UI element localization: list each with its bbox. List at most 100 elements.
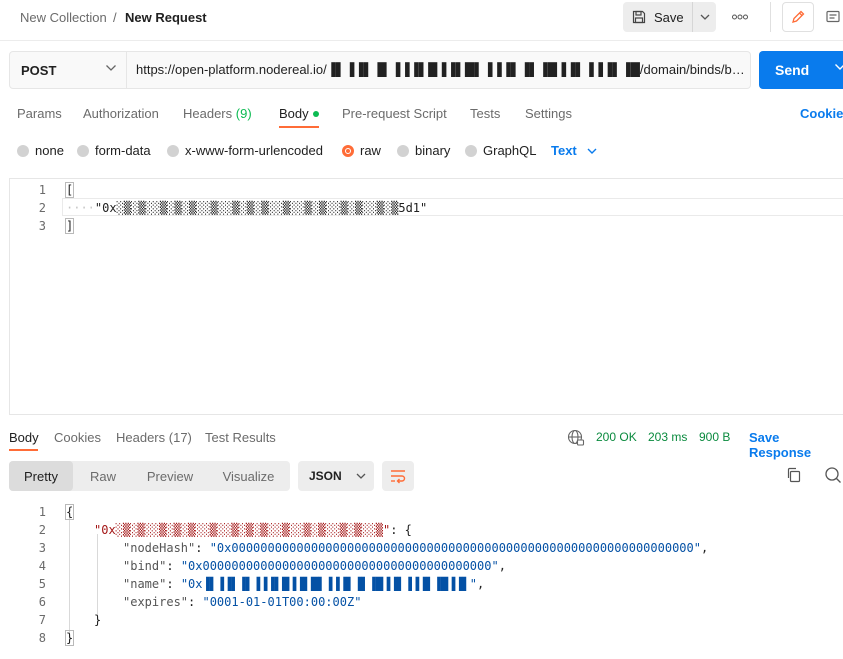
tab-pre-request-script[interactable]: Pre-request Script: [342, 106, 447, 121]
url-divider: [126, 52, 127, 88]
radio-dot: [397, 144, 409, 157]
chevron-down-icon: [700, 14, 709, 20]
line-number: 2: [38, 201, 46, 215]
tab-label: Headers: [116, 430, 166, 445]
json-key: "bind": [123, 559, 167, 573]
json-line-bind: "bind": "0x00000000000000000000000000000…: [123, 559, 506, 573]
body-indicator-dot: [312, 110, 319, 117]
tab-count: (9): [235, 106, 252, 121]
radio-form-data[interactable]: form-data: [77, 143, 151, 158]
indent-guide: ····: [66, 201, 95, 215]
view-pretty[interactable]: Pretty: [9, 461, 73, 491]
response-tab-cookies[interactable]: Cookies: [54, 430, 101, 445]
tab-tests[interactable]: Tests: [470, 106, 500, 121]
radio-dot: [167, 144, 179, 157]
wrap-lines-button[interactable]: [382, 461, 414, 491]
comment-icon: [826, 10, 840, 23]
breadcrumb-collection[interactable]: New Collection: [20, 10, 107, 25]
radio-label: raw: [360, 143, 381, 158]
active-tab-indicator: [279, 126, 319, 128]
send-label: Send: [775, 62, 810, 78]
active-response-tab-indicator: [9, 449, 38, 451]
code-line: ]: [64, 218, 75, 234]
code-line-2: ····"0x░▒░▒░░▒░▒░▒░░▒░░▒░▒░▒░░▒░░▒░▒░░▒░…: [66, 201, 427, 215]
raw-format-select[interactable]: Text: [551, 143, 597, 158]
method-select[interactable]: POST: [10, 52, 126, 88]
radio-graphql[interactable]: GraphQL: [465, 143, 536, 158]
radio-none[interactable]: none: [17, 143, 64, 158]
tab-headers[interactable]: Headers (9): [183, 106, 252, 121]
url-bar: POST https://open-platform.nodereal.io/▐…: [9, 51, 751, 89]
response-tab-headers[interactable]: Headers (17): [116, 430, 192, 445]
radio-dot: [17, 144, 29, 157]
save-response-button[interactable]: Save Response: [749, 430, 843, 460]
radio-x-www-form-urlencoded[interactable]: x-www-form-urlencoded: [167, 143, 323, 158]
tab-label: Tests: [470, 106, 501, 121]
chevron-down-icon: [106, 65, 116, 71]
json-key: "name": [123, 577, 167, 591]
radio-raw[interactable]: raw: [342, 143, 381, 158]
json-punct: ,: [477, 577, 485, 591]
save-options-button[interactable]: [693, 2, 716, 32]
json-key: "expires": [123, 595, 189, 609]
tab-settings[interactable]: Settings: [525, 106, 572, 121]
line-number: 6: [38, 595, 46, 609]
tab-params[interactable]: Params: [17, 106, 62, 121]
json-line-expires: "expires": "0001-01-01T00:00:00Z": [123, 595, 362, 609]
json-key: "nodeHash": [123, 541, 196, 555]
comments-button[interactable]: [818, 2, 843, 32]
breadcrumb-separator: /: [113, 10, 117, 25]
line-number: 8: [38, 631, 46, 645]
radio-dot-selected: [342, 144, 354, 157]
tab-label: Params: [17, 106, 62, 121]
view-raw[interactable]: Raw: [73, 461, 133, 491]
radio-dot: [77, 144, 89, 157]
view-preview[interactable]: Preview: [133, 461, 207, 491]
radio-label: none: [35, 143, 64, 158]
radio-label: binary: [415, 143, 451, 158]
response-size[interactable]: 900 B: [699, 430, 730, 444]
line-number: 4: [38, 559, 46, 573]
more-actions-button[interactable]: [727, 8, 753, 26]
cookies-link[interactable]: Cookies: [800, 106, 843, 121]
breadcrumb-request-name[interactable]: New Request: [125, 10, 207, 25]
copy-icon[interactable]: [785, 466, 803, 484]
json-punct: ,: [498, 559, 506, 573]
globe-icon[interactable]: [567, 429, 585, 447]
tab-label: Pre-request Script: [342, 106, 447, 121]
line-number: 1: [38, 505, 46, 519]
response-view-toggle: Pretty Raw Preview Visualize: [9, 461, 290, 491]
send-button[interactable]: Send: [759, 51, 843, 89]
radio-label: x-www-form-urlencoded: [185, 143, 323, 158]
tab-label: Body: [279, 106, 309, 121]
raw-format-label: Text: [551, 143, 577, 158]
view-visualize[interactable]: Visualize: [207, 461, 290, 491]
tab-body[interactable]: Body: [279, 106, 319, 121]
status-code[interactable]: 200 OK: [596, 430, 637, 444]
url-input[interactable]: https://open-platform.nodereal.io/▐▌▐▐▌▐…: [136, 62, 748, 77]
edit-button[interactable]: [782, 2, 814, 32]
radio-binary[interactable]: binary: [397, 143, 450, 158]
tab-label: Authorization: [83, 106, 159, 121]
response-body-viewer[interactable]: 1 2 3 4 5 6 7 8 { "0x░▒░▒░░▒░▒░▒░░▒░░▒░▒…: [0, 502, 843, 659]
request-body-editor[interactable]: 1 2 3 [ ····"0x░▒░▒░░▒░▒░▒░░▒░░▒░▒░▒░░▒░…: [9, 178, 843, 415]
tab-authorization[interactable]: Authorization: [83, 106, 159, 121]
line-number: 1: [38, 183, 46, 197]
request-tabs: Params Authorization Headers (9) Body Pr…: [0, 96, 843, 130]
json-brace-open: {: [64, 504, 75, 520]
request-header: New Collection / New Request Save: [0, 0, 843, 40]
line-number: 5: [38, 577, 46, 591]
response-tab-body[interactable]: Body: [9, 430, 39, 445]
more-icon: [732, 14, 748, 20]
response-time[interactable]: 203 ms: [648, 430, 687, 444]
response-tab-test-results[interactable]: Test Results: [205, 430, 276, 445]
method-label: POST: [21, 62, 57, 78]
json-value: "0x▐▌▐▐▌▐▌▐▐▐▌█▐▐▌█▌▐▐▐▌▐▌▐█▐▐▌▐▐▐▌▐█▐▐▌…: [180, 577, 478, 591]
search-icon[interactable]: [824, 466, 842, 484]
chevron-down-icon: [835, 64, 843, 70]
save-button[interactable]: Save: [623, 2, 692, 32]
tab-label: Settings: [525, 106, 572, 121]
header-divider: [770, 2, 771, 32]
response-format-select[interactable]: JSON: [298, 461, 374, 491]
indent-guide: [69, 516, 70, 642]
